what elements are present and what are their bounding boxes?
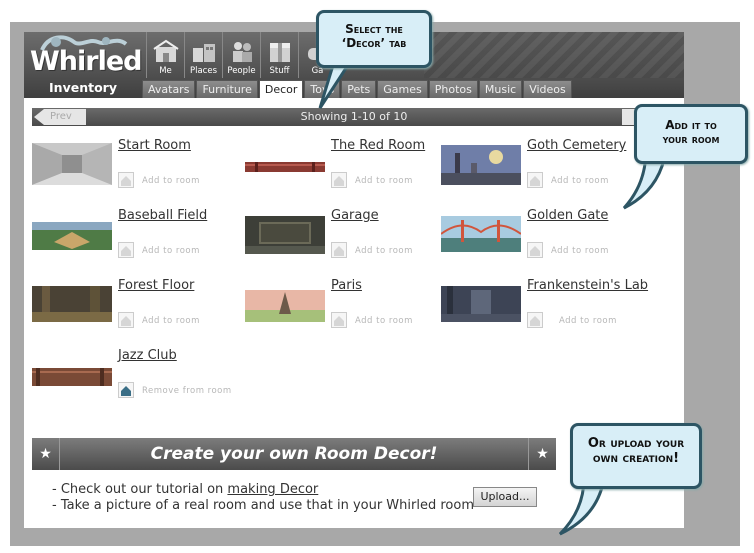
star-icon: ★ xyxy=(528,438,556,470)
callout-line: Add it to xyxy=(665,118,717,132)
add-to-room-label[interactable]: Add to room xyxy=(551,176,609,186)
tab-avatars[interactable]: Avatars xyxy=(142,80,196,98)
tab-games[interactable]: Games xyxy=(377,80,428,98)
add-to-room-icon[interactable] xyxy=(118,172,134,188)
goth-cemetery-thumbnail xyxy=(441,145,521,185)
add-to-room-icon[interactable] xyxy=(331,312,347,328)
add-to-room-icon[interactable] xyxy=(331,242,347,258)
tab-decor[interactable]: Decor xyxy=(258,80,304,98)
item-baseball-field: Baseball Field Add to room xyxy=(32,208,232,268)
paris-thumbnail xyxy=(245,290,325,322)
nav-people-label: People xyxy=(227,66,256,76)
nav-people[interactable]: People xyxy=(222,32,260,78)
baseball-field-thumbnail xyxy=(32,222,112,250)
create-decor-title: Create your own Room Decor! xyxy=(150,444,438,464)
add-to-room-icon[interactable] xyxy=(527,242,543,258)
item-title[interactable]: Forest Floor xyxy=(118,278,194,293)
golden-gate-thumbnail xyxy=(441,216,521,252)
upload-button[interactable]: Upload... xyxy=(473,487,537,507)
nav-places[interactable]: Places xyxy=(184,32,222,78)
nav-me[interactable]: Me xyxy=(146,32,184,78)
star-icon: ★ xyxy=(32,438,60,470)
tab-music[interactable]: Music xyxy=(478,80,523,98)
callout-line: Or upload your xyxy=(587,436,685,451)
me-icon xyxy=(152,39,179,62)
remove-from-room-label[interactable]: Remove from room xyxy=(142,386,232,396)
jazz-club-thumbnail xyxy=(32,368,112,386)
tab-furniture[interactable]: Furniture xyxy=(196,80,258,98)
item-title[interactable]: Paris xyxy=(331,278,362,293)
nav-stuff-label: Stuff xyxy=(269,66,290,76)
item-title[interactable]: Start Room xyxy=(118,138,191,153)
add-to-room-icon[interactable] xyxy=(331,172,347,188)
item-jazz-club: Jazz Club Remove from room xyxy=(32,348,252,408)
garage-thumbnail xyxy=(245,216,325,254)
tutorial-line: - Check out our tutorial on making Decor xyxy=(52,482,318,497)
add-to-room-callout: Add it to your room xyxy=(634,104,748,164)
add-to-room-label[interactable]: Add to room xyxy=(142,316,200,326)
add-to-room-icon[interactable] xyxy=(527,172,543,188)
item-title[interactable]: Frankenstein's Lab xyxy=(527,278,648,293)
red-room-thumbnail xyxy=(245,162,325,172)
callout-line: your room xyxy=(662,132,720,146)
people-icon xyxy=(232,42,252,62)
item-title[interactable]: The Red Room xyxy=(331,138,425,153)
section-title: Inventory xyxy=(49,80,117,95)
add-to-room-label[interactable]: Add to room xyxy=(355,176,413,186)
nav-me-label: Me xyxy=(159,66,172,76)
item-title[interactable]: Goth Cemetery xyxy=(527,138,626,153)
remove-from-room-icon[interactable] xyxy=(118,382,134,398)
add-to-room-label[interactable]: Add to room xyxy=(355,316,413,326)
item-title[interactable]: Jazz Club xyxy=(118,348,177,363)
start-room-thumbnail xyxy=(32,143,112,185)
logo-text: Whirled xyxy=(30,46,142,77)
item-golden-gate: Golden Gate Add to room xyxy=(441,208,661,268)
logo[interactable]: Whirled Inventory xyxy=(24,32,142,98)
select-decor-callout: Select the ‘Decor’ tab xyxy=(316,10,432,68)
add-to-room-label[interactable]: Add to room xyxy=(142,246,200,256)
forest-floor-thumbnail xyxy=(32,286,112,322)
create-decor-banner: Create your own Room Decor! ★ ★ xyxy=(32,438,556,470)
add-to-room-label[interactable]: Add to room xyxy=(559,316,617,326)
add-to-room-label[interactable]: Add to room xyxy=(355,246,413,256)
callout-pointer-icon xyxy=(318,62,352,109)
photo-line: - Take a picture of a real room and use … xyxy=(52,498,474,513)
tab-photos[interactable]: Photos xyxy=(428,80,478,98)
nav-places-label: Places xyxy=(189,66,218,76)
add-to-room-label[interactable]: Add to room xyxy=(142,176,200,186)
item-title[interactable]: Golden Gate xyxy=(527,208,608,223)
tutorial-text: - Check out our tutorial on xyxy=(52,482,228,497)
tab-videos[interactable]: Videos xyxy=(523,80,572,98)
item-title[interactable]: Garage xyxy=(331,208,379,223)
item-the-red-room: The Red Room Add to room xyxy=(245,138,445,198)
add-to-room-label[interactable]: Add to room xyxy=(551,246,609,256)
nav-stuff[interactable]: Stuff xyxy=(260,32,298,78)
item-paris: Paris Add to room xyxy=(245,278,445,338)
item-frankensteins-lab: Frankenstein's Lab Add to room xyxy=(441,278,661,338)
item-forest-floor: Forest Floor Add to room xyxy=(32,278,232,338)
making-decor-link[interactable]: making Decor xyxy=(227,482,318,497)
callout-line: own creation! xyxy=(592,451,680,466)
add-to-room-icon[interactable] xyxy=(527,312,543,328)
header-stripes xyxy=(424,32,684,78)
stuff-icon xyxy=(269,43,290,62)
frankensteins-lab-thumbnail xyxy=(441,286,521,322)
upload-callout: Or upload your own creation! xyxy=(570,423,702,489)
places-icon xyxy=(192,44,215,62)
add-to-room-icon[interactable] xyxy=(118,312,134,328)
prev-button[interactable]: Prev xyxy=(34,109,86,125)
item-title[interactable]: Baseball Field xyxy=(118,208,207,223)
callout-line: Select the xyxy=(345,22,403,36)
item-start-room: Start Room Add to room xyxy=(32,138,232,198)
callout-line: ‘Decor’ tab xyxy=(341,36,407,50)
add-to-room-icon[interactable] xyxy=(118,242,134,258)
item-garage: Garage Add to room xyxy=(245,208,445,268)
